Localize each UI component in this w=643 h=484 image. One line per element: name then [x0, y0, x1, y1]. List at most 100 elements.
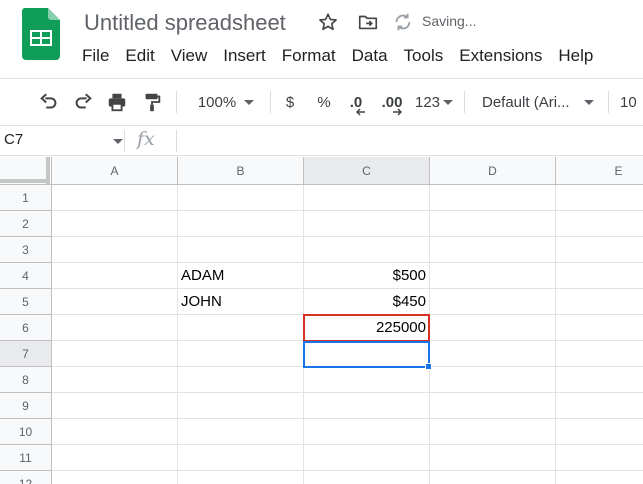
grid-cell[interactable]: [52, 263, 178, 289]
row-header-7[interactable]: 7: [0, 341, 52, 367]
grid-cell[interactable]: [52, 445, 178, 471]
grid-cell[interactable]: [52, 393, 178, 419]
grid-cell[interactable]: [556, 185, 643, 211]
grid-cell[interactable]: [304, 185, 430, 211]
grid-cell[interactable]: [430, 211, 556, 237]
grid-cell[interactable]: [430, 419, 556, 445]
grid-cell[interactable]: [304, 419, 430, 445]
menu-help[interactable]: Help: [550, 44, 601, 68]
grid-cell[interactable]: [178, 341, 304, 367]
font-size-select[interactable]: 10: [620, 79, 643, 125]
chevron-down-icon[interactable]: [113, 139, 123, 144]
menu-file[interactable]: File: [74, 44, 117, 68]
grid-cell[interactable]: [430, 315, 556, 341]
currency-format-button[interactable]: $: [280, 79, 300, 125]
grid-cell[interactable]: [178, 445, 304, 471]
grid-cell[interactable]: [430, 237, 556, 263]
grid-cell[interactable]: [52, 185, 178, 211]
column-header-c[interactable]: C: [304, 157, 430, 185]
zoom-select[interactable]: 100%: [190, 79, 262, 125]
cell-b5[interactable]: JOHN: [178, 289, 304, 315]
undo-button[interactable]: [36, 79, 62, 125]
fill-handle[interactable]: [425, 363, 432, 370]
row-header-10[interactable]: 10: [0, 419, 52, 445]
grid-cell[interactable]: [304, 237, 430, 263]
grid-cell[interactable]: [556, 471, 643, 484]
grid-cell[interactable]: [556, 211, 643, 237]
grid-cell[interactable]: [178, 237, 304, 263]
grid-cell[interactable]: [556, 341, 643, 367]
formula-input[interactable]: [182, 130, 632, 152]
grid-cell[interactable]: [52, 211, 178, 237]
increase-decimal-button[interactable]: .00: [378, 79, 406, 125]
font-select[interactable]: Default (Ari...: [482, 79, 598, 125]
row-header-4[interactable]: 4: [0, 263, 52, 289]
grid-cell[interactable]: [430, 393, 556, 419]
column-header-d[interactable]: D: [430, 157, 556, 185]
active-cell-selection[interactable]: [303, 341, 430, 368]
grid-cell[interactable]: [430, 289, 556, 315]
grid-cell[interactable]: [430, 341, 556, 367]
menu-view[interactable]: View: [163, 44, 216, 68]
column-header-a[interactable]: A: [52, 157, 178, 185]
grid-cell[interactable]: [430, 471, 556, 484]
grid-cell[interactable]: [178, 419, 304, 445]
column-header-b[interactable]: B: [178, 157, 304, 185]
column-header-e[interactable]: E: [556, 157, 643, 185]
grid-cell[interactable]: [430, 263, 556, 289]
grid-cell[interactable]: [52, 237, 178, 263]
star-icon[interactable]: [316, 10, 340, 34]
grid-cell[interactable]: [556, 237, 643, 263]
row-header-8[interactable]: 8: [0, 367, 52, 393]
menu-edit[interactable]: Edit: [117, 44, 162, 68]
move-to-folder-icon[interactable]: [356, 10, 380, 34]
row-header-12[interactable]: 12: [0, 471, 52, 484]
cell-b4[interactable]: ADAM: [178, 263, 304, 289]
grid-cell[interactable]: [178, 367, 304, 393]
grid-cell[interactable]: [430, 367, 556, 393]
more-formats-button[interactable]: 123: [414, 79, 454, 125]
grid-cell[interactable]: [52, 341, 178, 367]
grid-cell[interactable]: [178, 185, 304, 211]
grid-cell[interactable]: [556, 393, 643, 419]
grid-cell[interactable]: [556, 445, 643, 471]
grid-cell[interactable]: [178, 393, 304, 419]
grid-cell[interactable]: [430, 445, 556, 471]
grid-cell[interactable]: [556, 289, 643, 315]
grid-cell[interactable]: [556, 263, 643, 289]
grid-cell[interactable]: [304, 471, 430, 484]
freeze-row-handle[interactable]: [0, 179, 50, 183]
grid-cell[interactable]: [304, 211, 430, 237]
grid-cell[interactable]: [52, 419, 178, 445]
sheets-logo-icon[interactable]: [22, 8, 60, 60]
grid-cell[interactable]: [52, 367, 178, 393]
paint-format-button[interactable]: [139, 79, 165, 125]
row-header-2[interactable]: 2: [0, 211, 52, 237]
grid-cell[interactable]: [304, 367, 430, 393]
redo-button[interactable]: [70, 79, 96, 125]
grid-cell[interactable]: [178, 471, 304, 484]
grid-cell[interactable]: [304, 445, 430, 471]
grid-cell[interactable]: [430, 185, 556, 211]
cell-c4[interactable]: $500: [304, 263, 430, 289]
print-button[interactable]: [104, 79, 130, 125]
menu-tools[interactable]: Tools: [396, 44, 452, 68]
grid-cell[interactable]: [178, 211, 304, 237]
decrease-decimal-button[interactable]: .0: [344, 79, 368, 125]
percent-format-button[interactable]: %: [314, 79, 334, 125]
grid-cell[interactable]: [52, 471, 178, 484]
row-header-3[interactable]: 3: [0, 237, 52, 263]
menu-format[interactable]: Format: [274, 44, 344, 68]
document-title[interactable]: Untitled spreadsheet: [84, 10, 286, 36]
grid-cell[interactable]: [304, 393, 430, 419]
menu-insert[interactable]: Insert: [215, 44, 274, 68]
row-header-9[interactable]: 9: [0, 393, 52, 419]
row-header-1[interactable]: 1: [0, 185, 52, 211]
row-header-6[interactable]: 6: [0, 315, 52, 341]
grid-cell[interactable]: [556, 315, 643, 341]
cell-c5[interactable]: $450: [304, 289, 430, 315]
menu-data[interactable]: Data: [344, 44, 396, 68]
grid-cell[interactable]: [556, 367, 643, 393]
name-box[interactable]: C7: [4, 131, 23, 148]
grid-cell[interactable]: [52, 289, 178, 315]
